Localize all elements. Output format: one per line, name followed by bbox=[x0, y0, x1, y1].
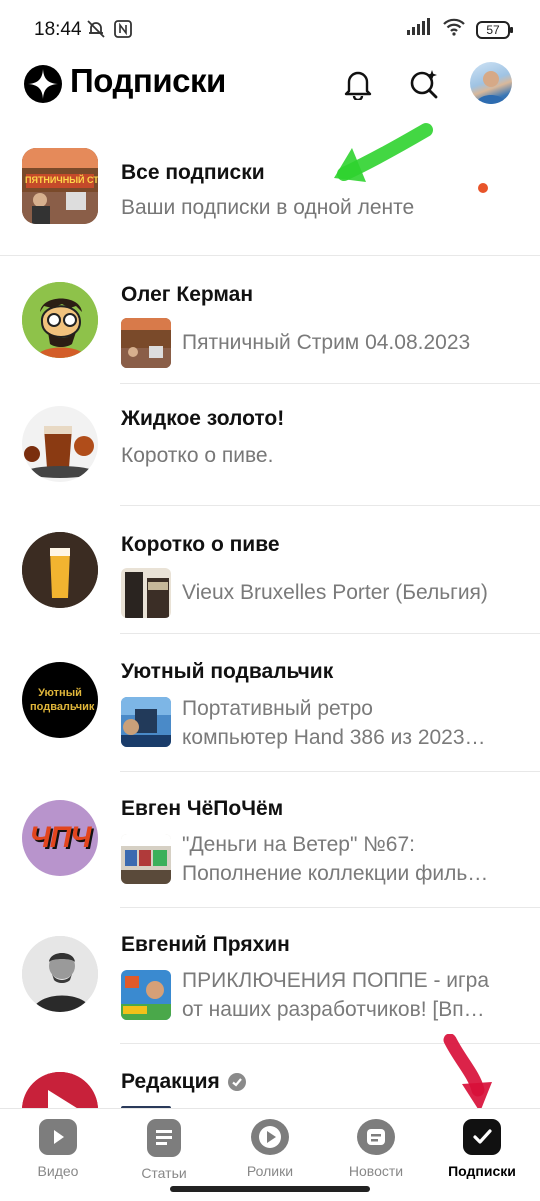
signal-icon bbox=[406, 18, 432, 41]
channel-row-zhidkoe-zoloto[interactable]: Жидкое золото! Коротко о пиве. bbox=[0, 384, 540, 506]
post-title-line: от наших разработчиков! [Вп… bbox=[182, 998, 485, 1021]
channel-name-wrap: Редакция bbox=[121, 1070, 246, 1094]
all-subscriptions-thumb-text: ПЯТНИЧНЫЙ СТ bbox=[25, 175, 98, 185]
channel-name: Евгений Пряхин bbox=[121, 933, 290, 956]
post-thumbnail[interactable] bbox=[121, 834, 171, 884]
nav-label: Новости bbox=[348, 1163, 404, 1179]
nfc-icon bbox=[114, 20, 132, 43]
channel-avatar-text: Уютный подвальчик bbox=[30, 687, 95, 713]
channel-name: Редакция bbox=[121, 1070, 220, 1093]
nav-label: Статьи bbox=[141, 1165, 187, 1181]
video-icon bbox=[39, 1119, 77, 1155]
all-subscriptions-row[interactable]: ПЯТНИЧНЫЙ СТ Все подписки Ваши подписки … bbox=[0, 122, 540, 256]
post-title: ПРИКЛЮЧЕНИЯ ПОППЕ - игра от наших разраб… bbox=[182, 966, 512, 1024]
channel-avatar bbox=[22, 406, 98, 482]
channel-row-oleg-kerman[interactable]: Олег Керман Пятничный Стрим 04.08.2023 bbox=[0, 256, 540, 384]
channel-avatar: ЧПЧ bbox=[22, 800, 98, 876]
nav-label: Ролики bbox=[246, 1163, 294, 1179]
profile-photo bbox=[476, 71, 506, 104]
channel-name: Жидкое золото! bbox=[121, 407, 285, 430]
profile-avatar[interactable] bbox=[470, 62, 512, 104]
battery-indicator: 57 bbox=[476, 20, 513, 39]
post-thumbnail[interactable] bbox=[121, 970, 171, 1020]
channel-avatar-text: ЧПЧ bbox=[29, 821, 91, 854]
channel-name: Уютный подвальчик bbox=[121, 660, 334, 683]
dzen-logo-icon bbox=[24, 65, 62, 103]
news-icon bbox=[357, 1119, 395, 1155]
nav-articles[interactable]: Статьи bbox=[110, 1119, 218, 1181]
search-sparkle-icon bbox=[410, 70, 438, 99]
post-title: "Деньги на Ветер" №67: Пополнение коллек… bbox=[182, 830, 512, 888]
channel-row-uyutny-podvalchik[interactable]: Уютный подвальчик Уютный подвальчик Порт… bbox=[0, 634, 540, 772]
shorts-icon bbox=[251, 1119, 289, 1155]
row-title: Все подписки bbox=[121, 161, 265, 184]
red-arrow-annotation bbox=[443, 1034, 492, 1112]
app-header: Подписки bbox=[0, 58, 540, 122]
post-thumbnail[interactable] bbox=[121, 568, 171, 618]
post-title-line: ПРИКЛЮЧЕНИЯ ПОППЕ - игра bbox=[182, 969, 490, 992]
articles-icon bbox=[147, 1119, 181, 1157]
home-indicator bbox=[170, 1186, 370, 1192]
nav-subscriptions[interactable]: Подписки bbox=[428, 1119, 536, 1179]
post-title-line: Портативный ретро bbox=[182, 697, 373, 720]
search-button[interactable] bbox=[404, 64, 444, 104]
channel-avatar bbox=[22, 282, 98, 358]
channel-row-evgen-chepochem[interactable]: ЧПЧ Евген ЧёПоЧём "Деньги на Ветер" №67:… bbox=[0, 772, 540, 908]
post-thumbnail[interactable] bbox=[121, 318, 171, 368]
channel-name: Коротко о пиве bbox=[121, 533, 280, 556]
post-title-line: Vieux Bruxelles Porter (Бельгия) bbox=[182, 581, 488, 604]
nav-label: Подписки bbox=[448, 1163, 516, 1179]
channel-avatar bbox=[22, 936, 98, 1012]
nav-video[interactable]: Видео bbox=[4, 1119, 112, 1179]
row-subtitle: Ваши подписки в одной ленте bbox=[121, 196, 415, 219]
channel-row-korotko-o-pive[interactable]: Коротко о пиве Vieux Bruxelles Porter (Б… bbox=[0, 506, 540, 634]
status-bar: 18:44 57 bbox=[0, 0, 540, 58]
channel-name: Олег Керман bbox=[121, 283, 254, 306]
verified-icon bbox=[227, 1073, 246, 1091]
post-title-line: Пятничный Стрим 04.08.2023 bbox=[182, 331, 471, 354]
channel-description: Коротко о пиве. bbox=[121, 444, 274, 467]
subscriptions-icon bbox=[463, 1119, 501, 1155]
nav-shorts[interactable]: Ролики bbox=[216, 1119, 324, 1179]
all-subscriptions-thumb: ПЯТНИЧНЫЙ СТ bbox=[22, 148, 98, 224]
post-title-line: компьютер Hand 386 из 2023… bbox=[182, 726, 486, 749]
post-title-line: "Деньги на Ветер" №67: bbox=[182, 833, 415, 856]
channel-avatar bbox=[22, 532, 98, 608]
channel-row-evgeny-pryakhin[interactable]: Евгений Пряхин ПРИКЛЮЧЕНИЯ ПОППЕ - игра … bbox=[0, 908, 540, 1044]
channel-name: Евген ЧёПоЧём bbox=[121, 797, 284, 820]
post-title-line: Пополнение коллекции филь… bbox=[182, 862, 489, 885]
notifications-button[interactable] bbox=[338, 64, 378, 104]
nav-news[interactable]: Новости bbox=[322, 1119, 430, 1179]
mute-bell-icon bbox=[86, 19, 106, 44]
post-title: Портативный ретро компьютер Hand 386 из … bbox=[182, 694, 512, 752]
channel-avatar: Уютный подвальчик bbox=[22, 662, 98, 738]
page-title: Подписки bbox=[70, 62, 226, 99]
post-thumbnail[interactable] bbox=[121, 697, 171, 747]
unread-dot bbox=[478, 183, 488, 193]
status-time: 18:44 bbox=[34, 19, 82, 40]
post-title: Vieux Bruxelles Porter (Бельгия) bbox=[182, 578, 512, 607]
green-arrow-annotation bbox=[334, 123, 433, 182]
bell-icon bbox=[344, 71, 372, 100]
post-title: Пятничный Стрим 04.08.2023 bbox=[182, 328, 512, 357]
nav-label: Видео bbox=[37, 1163, 79, 1179]
wifi-icon bbox=[442, 18, 466, 41]
